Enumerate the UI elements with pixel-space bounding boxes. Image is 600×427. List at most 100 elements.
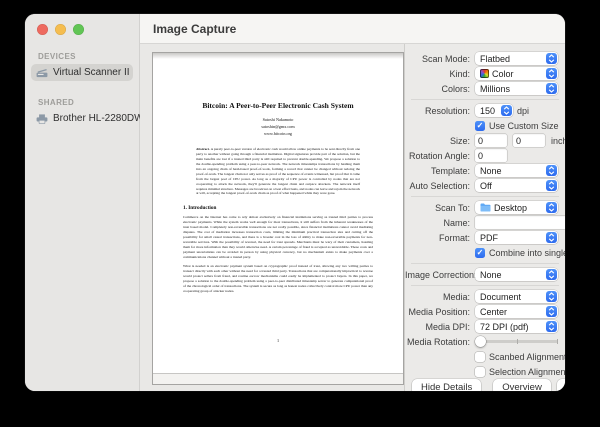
- popup-arrows-icon: [546, 180, 557, 191]
- popup-arrows-icon: [546, 321, 557, 332]
- name-field[interactable]: [475, 216, 565, 229]
- divider: [411, 263, 559, 264]
- slider-thumb[interactable]: [475, 336, 486, 347]
- scan-to-row: Scan To: Desktop: [405, 200, 565, 215]
- selection-alignment-row: Selection Alignment: [405, 365, 565, 378]
- combine-label: Combine into single document: [489, 247, 565, 258]
- popup-arrows-icon: [546, 232, 557, 243]
- use-custom-size-checkbox[interactable]: ✓: [475, 120, 485, 131]
- scan-to-select[interactable]: Desktop: [475, 201, 558, 214]
- shared-section-header: SHARED: [38, 98, 75, 107]
- use-custom-size-label: Use Custom Size: [489, 120, 559, 131]
- auto-selection-row: Auto Selection: Off: [405, 178, 565, 193]
- document-section-heading: 1. Introduction: [183, 205, 217, 212]
- document-author: Satoshi Nakamoto: [262, 117, 294, 122]
- media-position-select[interactable]: Center: [475, 305, 558, 318]
- zoom-window-button[interactable]: [73, 24, 84, 35]
- template-label: Template:: [430, 165, 470, 176]
- scan-preview[interactable]: Bitcoin: A Peer-to-Peer Electronic Cash …: [152, 52, 404, 385]
- close-window-button[interactable]: [37, 24, 48, 35]
- image-correction-row: Image Correction: None: [405, 267, 565, 282]
- slider-tick: [516, 339, 518, 344]
- selection-alignment-checkbox[interactable]: [475, 366, 485, 377]
- resolution-unit: dpi: [517, 105, 530, 116]
- document-page-number: 1: [276, 338, 280, 343]
- template-row: Template: None: [405, 163, 565, 178]
- template-select[interactable]: None: [475, 164, 558, 177]
- scanbed-alignment-checkbox[interactable]: [475, 351, 485, 362]
- media-label: Media:: [442, 291, 470, 302]
- color-palette-icon: [480, 69, 489, 78]
- document-email: satoshin@gmx.com: [261, 123, 295, 129]
- scan-to-label: Scan To:: [435, 202, 470, 213]
- hide-details-button[interactable]: Hide Details: [412, 379, 482, 391]
- format-select[interactable]: PDF: [475, 231, 558, 244]
- media-dpi-select[interactable]: 72 DPI (pdf): [475, 320, 558, 333]
- format-row: Format: PDF: [405, 230, 565, 245]
- popup-arrows-icon: [546, 269, 557, 280]
- scanbed-alignment-label: Scanbed Alignment: [489, 351, 565, 362]
- popup-arrows-icon: [546, 306, 557, 317]
- image-correction-label: Image Correction:: [405, 269, 477, 280]
- rotation-angle-field[interactable]: [475, 149, 507, 162]
- size-label: Size:: [449, 135, 470, 146]
- resolution-row: Resolution: 150 dpi: [405, 103, 565, 118]
- overview-button[interactable]: Overview: [493, 379, 551, 391]
- document-preview: Bitcoin: A Peer-to-Peer Electronic Cash …: [153, 59, 403, 373]
- colors-row: Colors: Millions: [405, 81, 565, 96]
- selection-alignment-label: Selection Alignment: [489, 366, 565, 377]
- popup-arrows-icon: [546, 202, 557, 213]
- media-dpi-row: Media DPI: 72 DPI (pdf): [405, 319, 565, 334]
- scan-mode-select[interactable]: Flatbed: [475, 52, 558, 65]
- sidebar-item-virtual-scanner[interactable]: Virtual Scanner II: [31, 64, 133, 81]
- media-rotation-slider[interactable]: [475, 335, 558, 348]
- sidebar-item-label: Brother HL-2280DW: [53, 113, 144, 124]
- document-authors: Satoshi Nakamoto satoshin@gmx.com www.bi…: [153, 117, 403, 138]
- name-row: Name:: [405, 215, 565, 230]
- document-title: Bitcoin: A Peer-to-Peer Electronic Cash …: [202, 101, 354, 110]
- colors-label: Colors:: [441, 83, 470, 94]
- combine-checkbox[interactable]: ✓: [475, 247, 485, 258]
- popup-arrows-icon: [546, 83, 557, 94]
- image-correction-select[interactable]: None: [475, 268, 558, 281]
- devices-section-header: DEVICES: [38, 52, 76, 61]
- scan-mode-label: Scan Mode:: [421, 53, 470, 64]
- combine-row: ✓ Combine into single document: [405, 246, 565, 259]
- preview-area: Bitcoin: A Peer-to-Peer Electronic Cash …: [140, 44, 404, 391]
- auto-selection-select[interactable]: Off: [475, 179, 558, 192]
- colors-select[interactable]: Millions: [475, 82, 558, 95]
- folder-icon: [480, 203, 491, 212]
- document-paragraph: What is needed is an electronic payment …: [183, 264, 373, 294]
- kind-label: Kind:: [449, 68, 470, 79]
- size-height-field[interactable]: [513, 134, 545, 147]
- kind-select[interactable]: Color: [475, 67, 558, 80]
- size-unit: inches: [551, 135, 565, 146]
- horizontal-scrollbar[interactable]: [153, 373, 403, 384]
- media-rotation-row: Media Rotation:: [405, 334, 565, 349]
- sidebar-item-brother-printer[interactable]: Brother HL-2280DW: [31, 110, 144, 127]
- scanbed-alignment-row: Scanbed Alignment: [405, 350, 565, 363]
- slider-tick: [557, 339, 558, 344]
- media-rotation-label: Media Rotation:: [406, 336, 470, 347]
- rotation-angle-row: Rotation Angle:: [405, 148, 565, 163]
- size-width-field[interactable]: [475, 134, 507, 147]
- sidebar-item-label: Virtual Scanner II: [53, 67, 130, 78]
- resolution-select[interactable]: 150: [475, 104, 513, 117]
- popup-arrows-icon: [501, 105, 512, 116]
- auto-selection-label: Auto Selection:: [409, 180, 470, 191]
- divider: [411, 285, 559, 286]
- size-row: Size: inches: [405, 133, 565, 148]
- scan-button[interactable]: Scan: [556, 379, 565, 391]
- format-label: Format:: [438, 232, 470, 243]
- image-capture-window: DEVICES Virtual Scanner II SHARED Brothe…: [25, 14, 565, 391]
- media-select[interactable]: Document: [475, 290, 558, 303]
- media-position-row: Media Position: Center: [405, 304, 565, 319]
- resolution-label: Resolution:: [424, 105, 470, 116]
- content: Bitcoin: A Peer-to-Peer Electronic Cash …: [140, 44, 565, 391]
- divider: [411, 99, 559, 100]
- titlebar: Image Capture: [140, 14, 565, 44]
- use-custom-size-row: ✓ Use Custom Size: [405, 119, 565, 132]
- popup-arrows-icon: [546, 68, 557, 79]
- scanner-icon: [36, 68, 48, 77]
- minimize-window-button[interactable]: [55, 24, 66, 35]
